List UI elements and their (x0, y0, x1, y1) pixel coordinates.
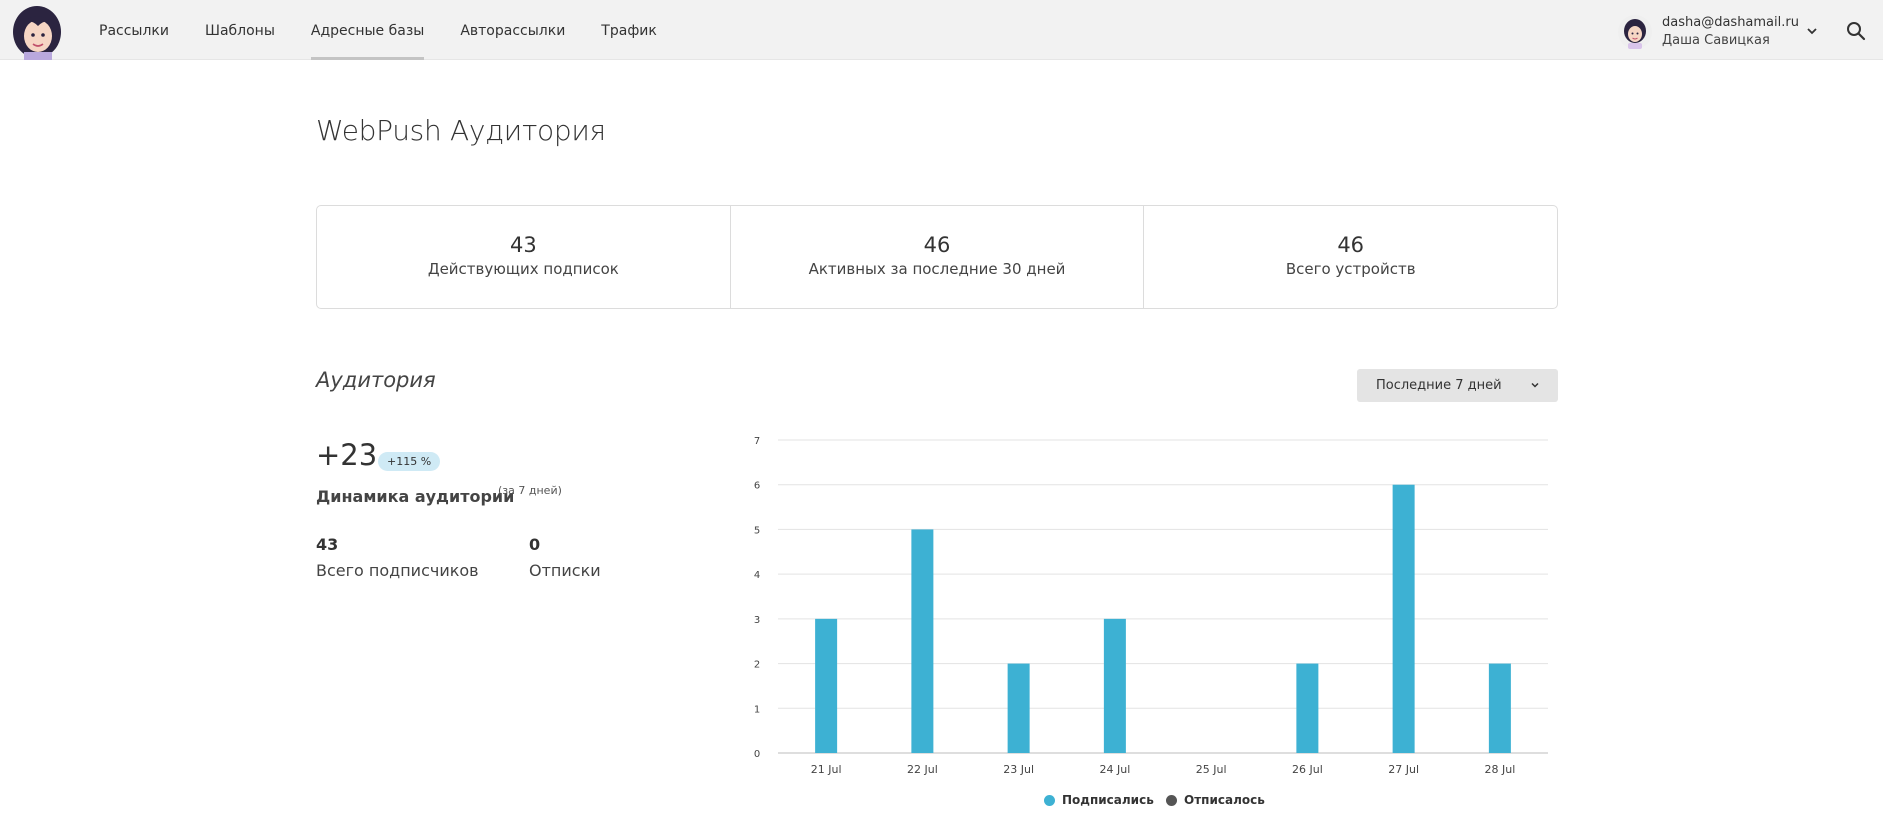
period-select-label: Последние 7 дней (1376, 378, 1502, 393)
audience-delta: +23 (316, 438, 378, 472)
bar-21-jul (815, 618, 838, 753)
bar-28-jul (1488, 663, 1511, 753)
nav-item-mailings[interactable]: Рассылки (99, 0, 169, 60)
y-tick-label: 4 (754, 570, 760, 581)
delta-percent-badge: +115 % (378, 452, 441, 471)
x-tick-label: 26 Jul (1292, 763, 1323, 776)
y-tick-label: 3 (754, 615, 760, 626)
audience-section-title: Аудитория (316, 368, 436, 392)
total-subscribers-value: 43 (316, 535, 339, 554)
chevron-down-icon[interactable] (1805, 24, 1819, 38)
bar-23-jul (1007, 663, 1030, 753)
legend-item-subscribed[interactable]: Подписались (1044, 793, 1154, 807)
y-tick-label: 1 (754, 704, 760, 715)
period-select[interactable]: Последние 7 дней (1357, 369, 1558, 402)
legend-dot (1044, 794, 1055, 806)
stat-label: Всего устройств (1285, 260, 1416, 278)
stat-value: 46 (1337, 233, 1365, 257)
stat-total-devices: 46 Всего устройств (1144, 206, 1557, 308)
x-tick-label: 21 Jul (811, 763, 842, 776)
stat-label: Действующих подписок (427, 260, 619, 278)
legend-item-unsubscribed[interactable]: Отписалось (1166, 793, 1265, 807)
stat-active-30-days: 46 Активных за последние 30 дней (731, 206, 1145, 308)
search-icon[interactable] (1846, 21, 1866, 41)
y-tick-label: 0 (754, 749, 760, 760)
x-tick-label: 22 Jul (907, 763, 938, 776)
stat-value: 43 (509, 233, 537, 257)
bar-26-jul (1296, 663, 1319, 753)
stat-label: Активных за последние 30 дней (808, 260, 1066, 278)
bar-24-jul (1103, 618, 1126, 753)
legend-label: Отписалось (1184, 793, 1265, 807)
chevron-down-icon (1531, 382, 1539, 388)
top-navigation-bar: Рассылки Шаблоны Адресные базы Авторассы… (0, 0, 1883, 60)
legend-dot (1166, 794, 1177, 806)
y-tick-label: 5 (754, 525, 760, 536)
stats-panel: 43 Действующих подписок 46 Активных за п… (316, 205, 1558, 309)
y-tick-label: 6 (754, 481, 760, 492)
nav-item-automailings[interactable]: Авторассылки (460, 0, 565, 60)
stat-value: 46 (923, 233, 951, 257)
total-subscribers-label: Всего подписчиков (316, 561, 479, 580)
dynamics-period: (за 7 дней) (498, 484, 562, 497)
x-tick-label: 23 Jul (1003, 763, 1034, 776)
dynamics-label: Динамика аудитории (316, 487, 515, 506)
user-name[interactable]: Даша Савицкая (1662, 33, 1770, 48)
nav-item-address-bases[interactable]: Адресные базы (310, 0, 425, 60)
bar-22-jul (911, 529, 934, 753)
bar-27-jul (1392, 484, 1415, 753)
x-tick-label: 25 Jul (1196, 763, 1227, 776)
legend-label: Подписались (1062, 793, 1154, 807)
x-tick-label: 24 Jul (1099, 763, 1130, 776)
y-tick-label: 7 (754, 436, 760, 447)
user-avatar[interactable] (1617, 14, 1653, 50)
user-email[interactable]: dasha@dashamail.ru (1662, 15, 1799, 30)
brand-logo-icon[interactable] (8, 2, 66, 60)
nav-item-traffic[interactable]: Трафик (601, 0, 657, 60)
page-title: WebPush Аудитория (316, 114, 606, 147)
audience-bar-chart: 0 1 2 3 4 5 6 7 21 Jul 22 Jul 23 Jul 24 Jul 25 Jul 26… (754, 436, 1548, 776)
x-tick-label: 27 Jul (1388, 763, 1419, 776)
x-tick-label: 28 Jul (1484, 763, 1515, 776)
main-nav: Рассылки Шаблоны Адресные базы Авторассы… (99, 0, 693, 60)
nav-item-templates[interactable]: Шаблоны (205, 0, 275, 60)
y-tick-label: 2 (754, 660, 760, 671)
unsubscribes-value: 0 (529, 535, 541, 554)
stat-active-subscriptions: 43 Действующих подписок (317, 206, 731, 308)
unsubscribes-label: Отписки (529, 561, 601, 580)
